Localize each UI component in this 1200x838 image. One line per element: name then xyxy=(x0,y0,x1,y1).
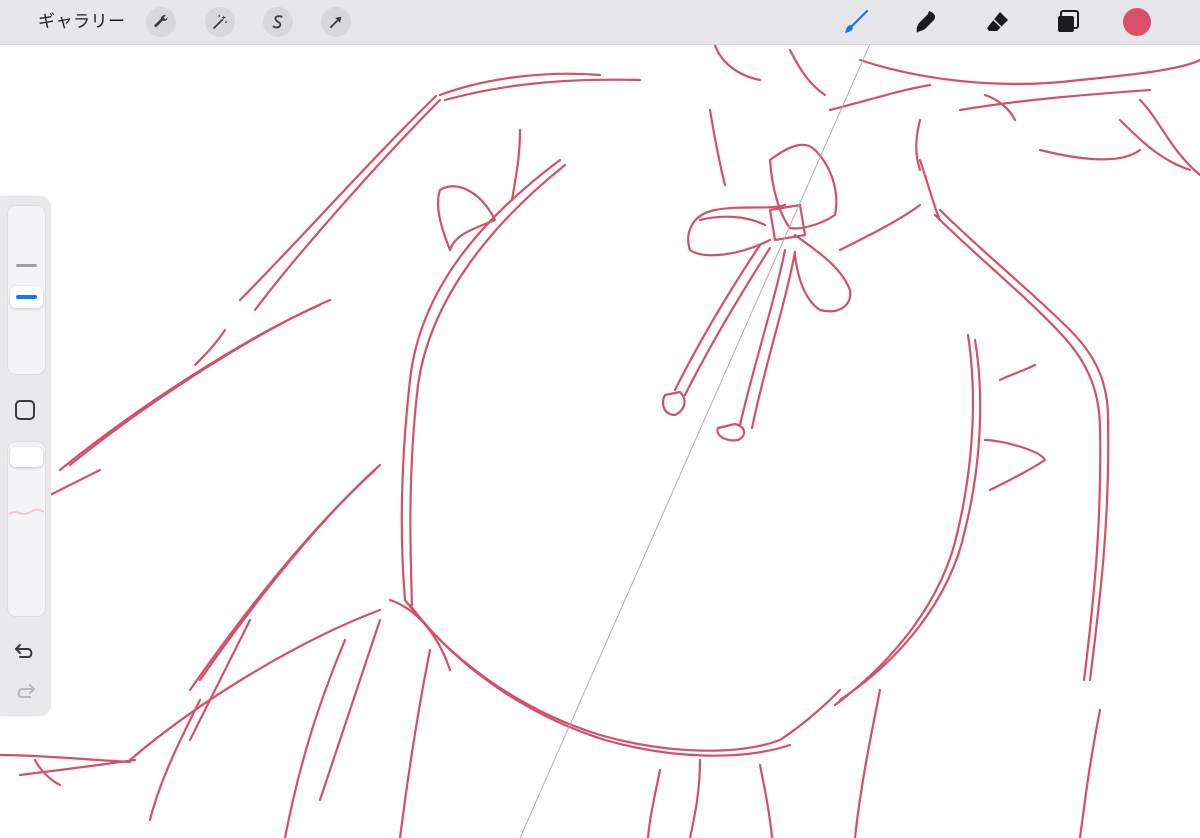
brush-icon xyxy=(845,9,869,33)
drawing-canvas[interactable] xyxy=(0,0,1200,838)
selection-s-icon xyxy=(272,15,283,29)
wrench-icon xyxy=(154,15,168,28)
top-toolbar: ギャラリー xyxy=(0,0,1200,45)
redo-button[interactable] xyxy=(11,676,39,704)
color-picker-button[interactable] xyxy=(1123,8,1151,36)
magic-wand-icon xyxy=(213,15,227,29)
sketch-strokes xyxy=(0,43,1200,838)
smudge-tool-button[interactable] xyxy=(910,6,942,38)
undo-icon xyxy=(15,644,33,658)
brush-tool-button[interactable] xyxy=(840,6,872,38)
layers-button[interactable] xyxy=(1052,6,1084,38)
brush-size-thumb[interactable] xyxy=(10,286,43,308)
left-sidebar xyxy=(0,196,51,716)
eraser-tool-button[interactable] xyxy=(982,6,1014,38)
transform-button[interactable] xyxy=(321,7,351,37)
undo-button[interactable] xyxy=(11,636,39,664)
brush-size-slider[interactable] xyxy=(7,205,46,375)
modify-button[interactable] xyxy=(11,396,39,424)
opacity-slider[interactable] xyxy=(7,441,46,617)
square-icon xyxy=(15,400,35,420)
stroke-preview xyxy=(8,508,45,515)
redo-icon xyxy=(17,684,35,698)
size-marker xyxy=(16,264,37,267)
arrow-cursor-icon xyxy=(329,16,342,29)
gallery-button[interactable]: ギャラリー xyxy=(38,0,126,44)
adjustments-button[interactable] xyxy=(205,7,235,37)
eraser-icon xyxy=(987,12,1008,31)
smudge-icon xyxy=(916,11,936,33)
actions-button[interactable] xyxy=(146,7,176,37)
size-indicator xyxy=(16,295,37,299)
opacity-thumb[interactable] xyxy=(10,447,43,467)
layers-icon xyxy=(1058,10,1079,32)
selection-button[interactable] xyxy=(263,7,293,37)
symmetry-guide-line xyxy=(519,43,871,838)
